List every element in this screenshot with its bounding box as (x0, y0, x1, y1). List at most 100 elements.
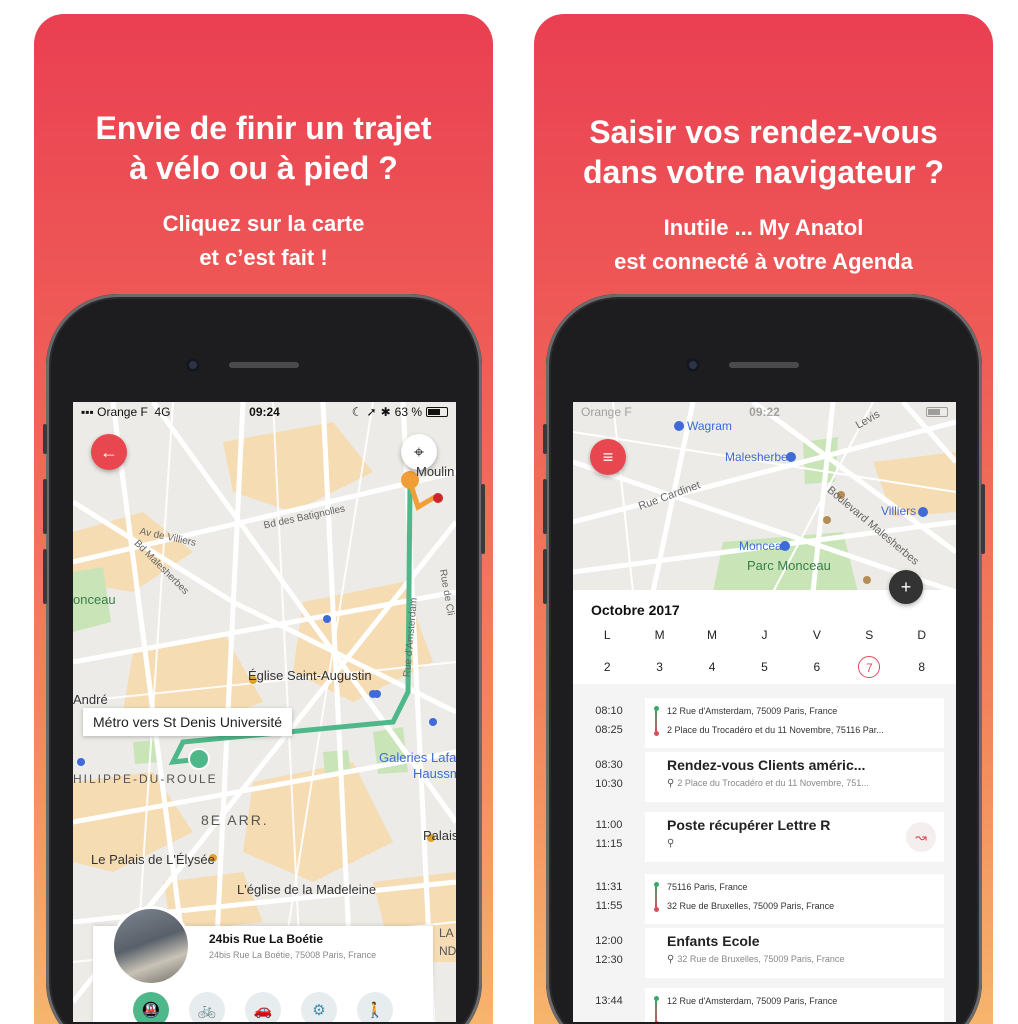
event-route-3[interactable]: 13:44 12 Rue d'Amsterdam, 75009 Paris, F… (573, 988, 956, 1022)
headline-line-1: Saisir vos rendez-vous (589, 114, 938, 150)
event-times: 08:30 10:30 (595, 759, 623, 790)
mode-walk-button[interactable]: 🚶 (357, 992, 393, 1022)
status-time: 09:24 (249, 405, 280, 419)
event-place: ⚲ 2 Place du Trocadéro et du 11 Novembre,… (667, 778, 869, 789)
headline-line-2: à vélo ou à pied ? (129, 150, 398, 186)
event-times: 08:10 08:25 (595, 705, 623, 736)
phone-screen: Orange F 09:22 ≡ Wagram Malesherbes Rue … (573, 402, 956, 1022)
mode-metro-button[interactable]: 🚇 (133, 992, 169, 1022)
map-label-moulin: Moulin (416, 464, 455, 479)
status-time: 09:22 (749, 405, 780, 419)
event-card[interactable]: Rendez-vous Clients améric... ⚲ 2 Place d… (645, 752, 944, 802)
event-place: ⚲ 32 Rue de Bruxelles, 75009 Paris, Franc… (667, 954, 845, 965)
event-meeting-1[interactable]: 08:30 10:30 Rendez-vous Clients améric...… (573, 752, 956, 802)
plan-route-button[interactable]: ↝ (906, 822, 936, 852)
battery-icon (426, 407, 448, 417)
map-label-palais-elysee: Le Palais de L'Élysée (91, 852, 215, 867)
route-callout[interactable]: Métro vers St Denis Université (83, 708, 293, 736)
address-subtitle: 24bis Rue La Boétie, 75008 Paris, France (209, 950, 377, 960)
bike-share-icon: ⚙ (312, 1002, 326, 1019)
front-camera (686, 358, 700, 372)
route-icon: ↝ (915, 828, 927, 845)
phone-frame: ▪▪▪ Orange F 4G 09:24 ☾ ➚ ✱ 63 % ← ⌖ Moulin… (43, 294, 485, 1024)
destination-marker (433, 493, 443, 503)
event-card[interactable]: 12 Rue d'Amsterdam, 75009 Paris, France … (645, 698, 944, 748)
map-label-eglise-madeleine: L'église de la Madeleine (237, 882, 377, 897)
headline-left: Envie de finir un trajet à vélo ou à pie… (34, 108, 493, 188)
day-wednesday[interactable]: M4 (692, 628, 732, 678)
event-times: 12:00 12:30 (595, 935, 623, 966)
front-camera (186, 358, 200, 372)
volume-down-button (543, 549, 547, 604)
phone-screen: ▪▪▪ Orange F 4G 09:24 ☾ ➚ ✱ 63 % ← ⌖ Moulin… (73, 402, 456, 1022)
status-bar: Orange F 09:22 (573, 402, 956, 422)
event-route-2[interactable]: 11:31 11:55 75116 Paris, France 32 Rue de… (573, 874, 956, 924)
bike-icon: 🚲 (197, 1002, 217, 1019)
subline-line-1: Inutile ... My Anatol (663, 215, 864, 240)
status-bar: ▪▪▪ Orange F 4G 09:24 ☾ ➚ ✱ 63 % (73, 402, 456, 422)
mode-bike-share-button[interactable]: ⚙ (301, 992, 337, 1022)
volume-up-button (543, 479, 547, 534)
pin-icon: ⚲ (667, 778, 675, 789)
route-line-icon (653, 996, 659, 1022)
event-card[interactable]: Enfants Ecole ⚲ 32 Rue de Bruxelles, 7500… (645, 928, 944, 978)
map-label-la: LA (439, 926, 454, 940)
map-label-andre: André (73, 692, 108, 707)
route-from: 12 Rue d'Amsterdam, 75009 Paris, France (667, 706, 838, 716)
route-line-icon (653, 706, 659, 736)
transport-mode-row: 🚇 🚲 🚗 ⚙ 🚶 (133, 992, 393, 1022)
back-button[interactable]: ← (91, 434, 127, 470)
event-list: 08:10 08:25 12 Rue d'Amsterdam, 75009 Par… (573, 684, 956, 1022)
event-title: Rendez-vous Clients améric... (667, 757, 866, 773)
route-line-icon (653, 882, 659, 912)
address-card[interactable]: 24bis Rue La Boétie 24bis Rue La Boétie,… (93, 906, 433, 1022)
add-event-button[interactable]: + (889, 570, 923, 604)
promo-panel-left: Envie de finir un trajet à vélo ou à pie… (34, 14, 493, 1024)
power-button (481, 484, 485, 554)
event-route-1[interactable]: 08:10 08:25 12 Rue d'Amsterdam, 75009 Par… (573, 698, 956, 748)
day-tuesday[interactable]: M3 (640, 628, 680, 678)
map-label-palais: Palais (423, 828, 456, 843)
event-title: Poste récupérer Lettre R (667, 817, 831, 833)
menu-button[interactable]: ≡ (590, 439, 626, 475)
route-from: 12 Rue d'Amsterdam, 75009 Paris, France (667, 996, 838, 1006)
route-to: 32 Rue de Bruxelles, 75009 Paris, France (667, 901, 835, 911)
route-from: 75116 Paris, France (667, 882, 748, 892)
map-label-eglise-saint-augustin: Église Saint-Augustin (248, 668, 372, 683)
day-monday[interactable]: L2 (587, 628, 627, 678)
event-card[interactable]: 75116 Paris, France 32 Rue de Bruxelles,… (645, 874, 944, 924)
day-sunday[interactable]: D8 (902, 628, 942, 678)
map-label-8e-arr: 8E ARR. (201, 812, 269, 828)
map-label-monceau: onceau (73, 592, 116, 607)
mute-switch (43, 424, 47, 454)
mode-car-button[interactable]: 🚗 (245, 992, 281, 1022)
event-card[interactable]: Poste récupérer Lettre R ⚲ ↝ (645, 812, 944, 862)
subline-line-2: est connecté à votre Agenda (614, 249, 913, 274)
event-meeting-2[interactable]: 11:00 11:15 Poste récupérer Lettre R ⚲ ↝ (573, 812, 956, 862)
map-label-wagram: Wagram (687, 419, 732, 433)
power-button (981, 484, 985, 554)
event-place: ⚲ (667, 838, 677, 849)
mode-bike-button[interactable]: 🚲 (189, 992, 225, 1022)
car-icon: 🚗 (253, 1002, 273, 1019)
arrow-left-icon: ← (100, 441, 118, 462)
volume-down-button (43, 549, 47, 604)
day-friday[interactable]: V6 (797, 628, 837, 678)
day-thursday[interactable]: J5 (744, 628, 784, 678)
event-times: 11:31 11:55 (595, 881, 623, 912)
address-title: 24bis Rue La Boétie (209, 932, 324, 946)
battery-icon (926, 407, 948, 417)
map-label-philippe-du-roule: HILIPPE-DU-ROULE (73, 772, 218, 786)
subline-left: Cliquez sur la carte et c’est fait ! (34, 207, 493, 275)
headline-right: Saisir vos rendez-vous dans votre naviga… (534, 112, 993, 192)
metro-stop-marker (188, 748, 210, 770)
phone-frame: Orange F 09:22 ≡ Wagram Malesherbes Rue … (543, 294, 985, 1024)
event-times: 11:00 11:15 (595, 819, 623, 850)
crosshair-icon: ⌖ (413, 441, 425, 462)
event-card[interactable]: 12 Rue d'Amsterdam, 75009 Paris, France (645, 988, 944, 1022)
map-label-parc-monceau: Parc Monceau (747, 558, 831, 573)
event-times: 13:44 (595, 995, 623, 1007)
earpiece (729, 362, 799, 368)
day-saturday-today[interactable]: S7 (849, 628, 889, 678)
event-meeting-3[interactable]: 12:00 12:30 Enfants Ecole ⚲ 32 Rue de Brux… (573, 928, 956, 978)
